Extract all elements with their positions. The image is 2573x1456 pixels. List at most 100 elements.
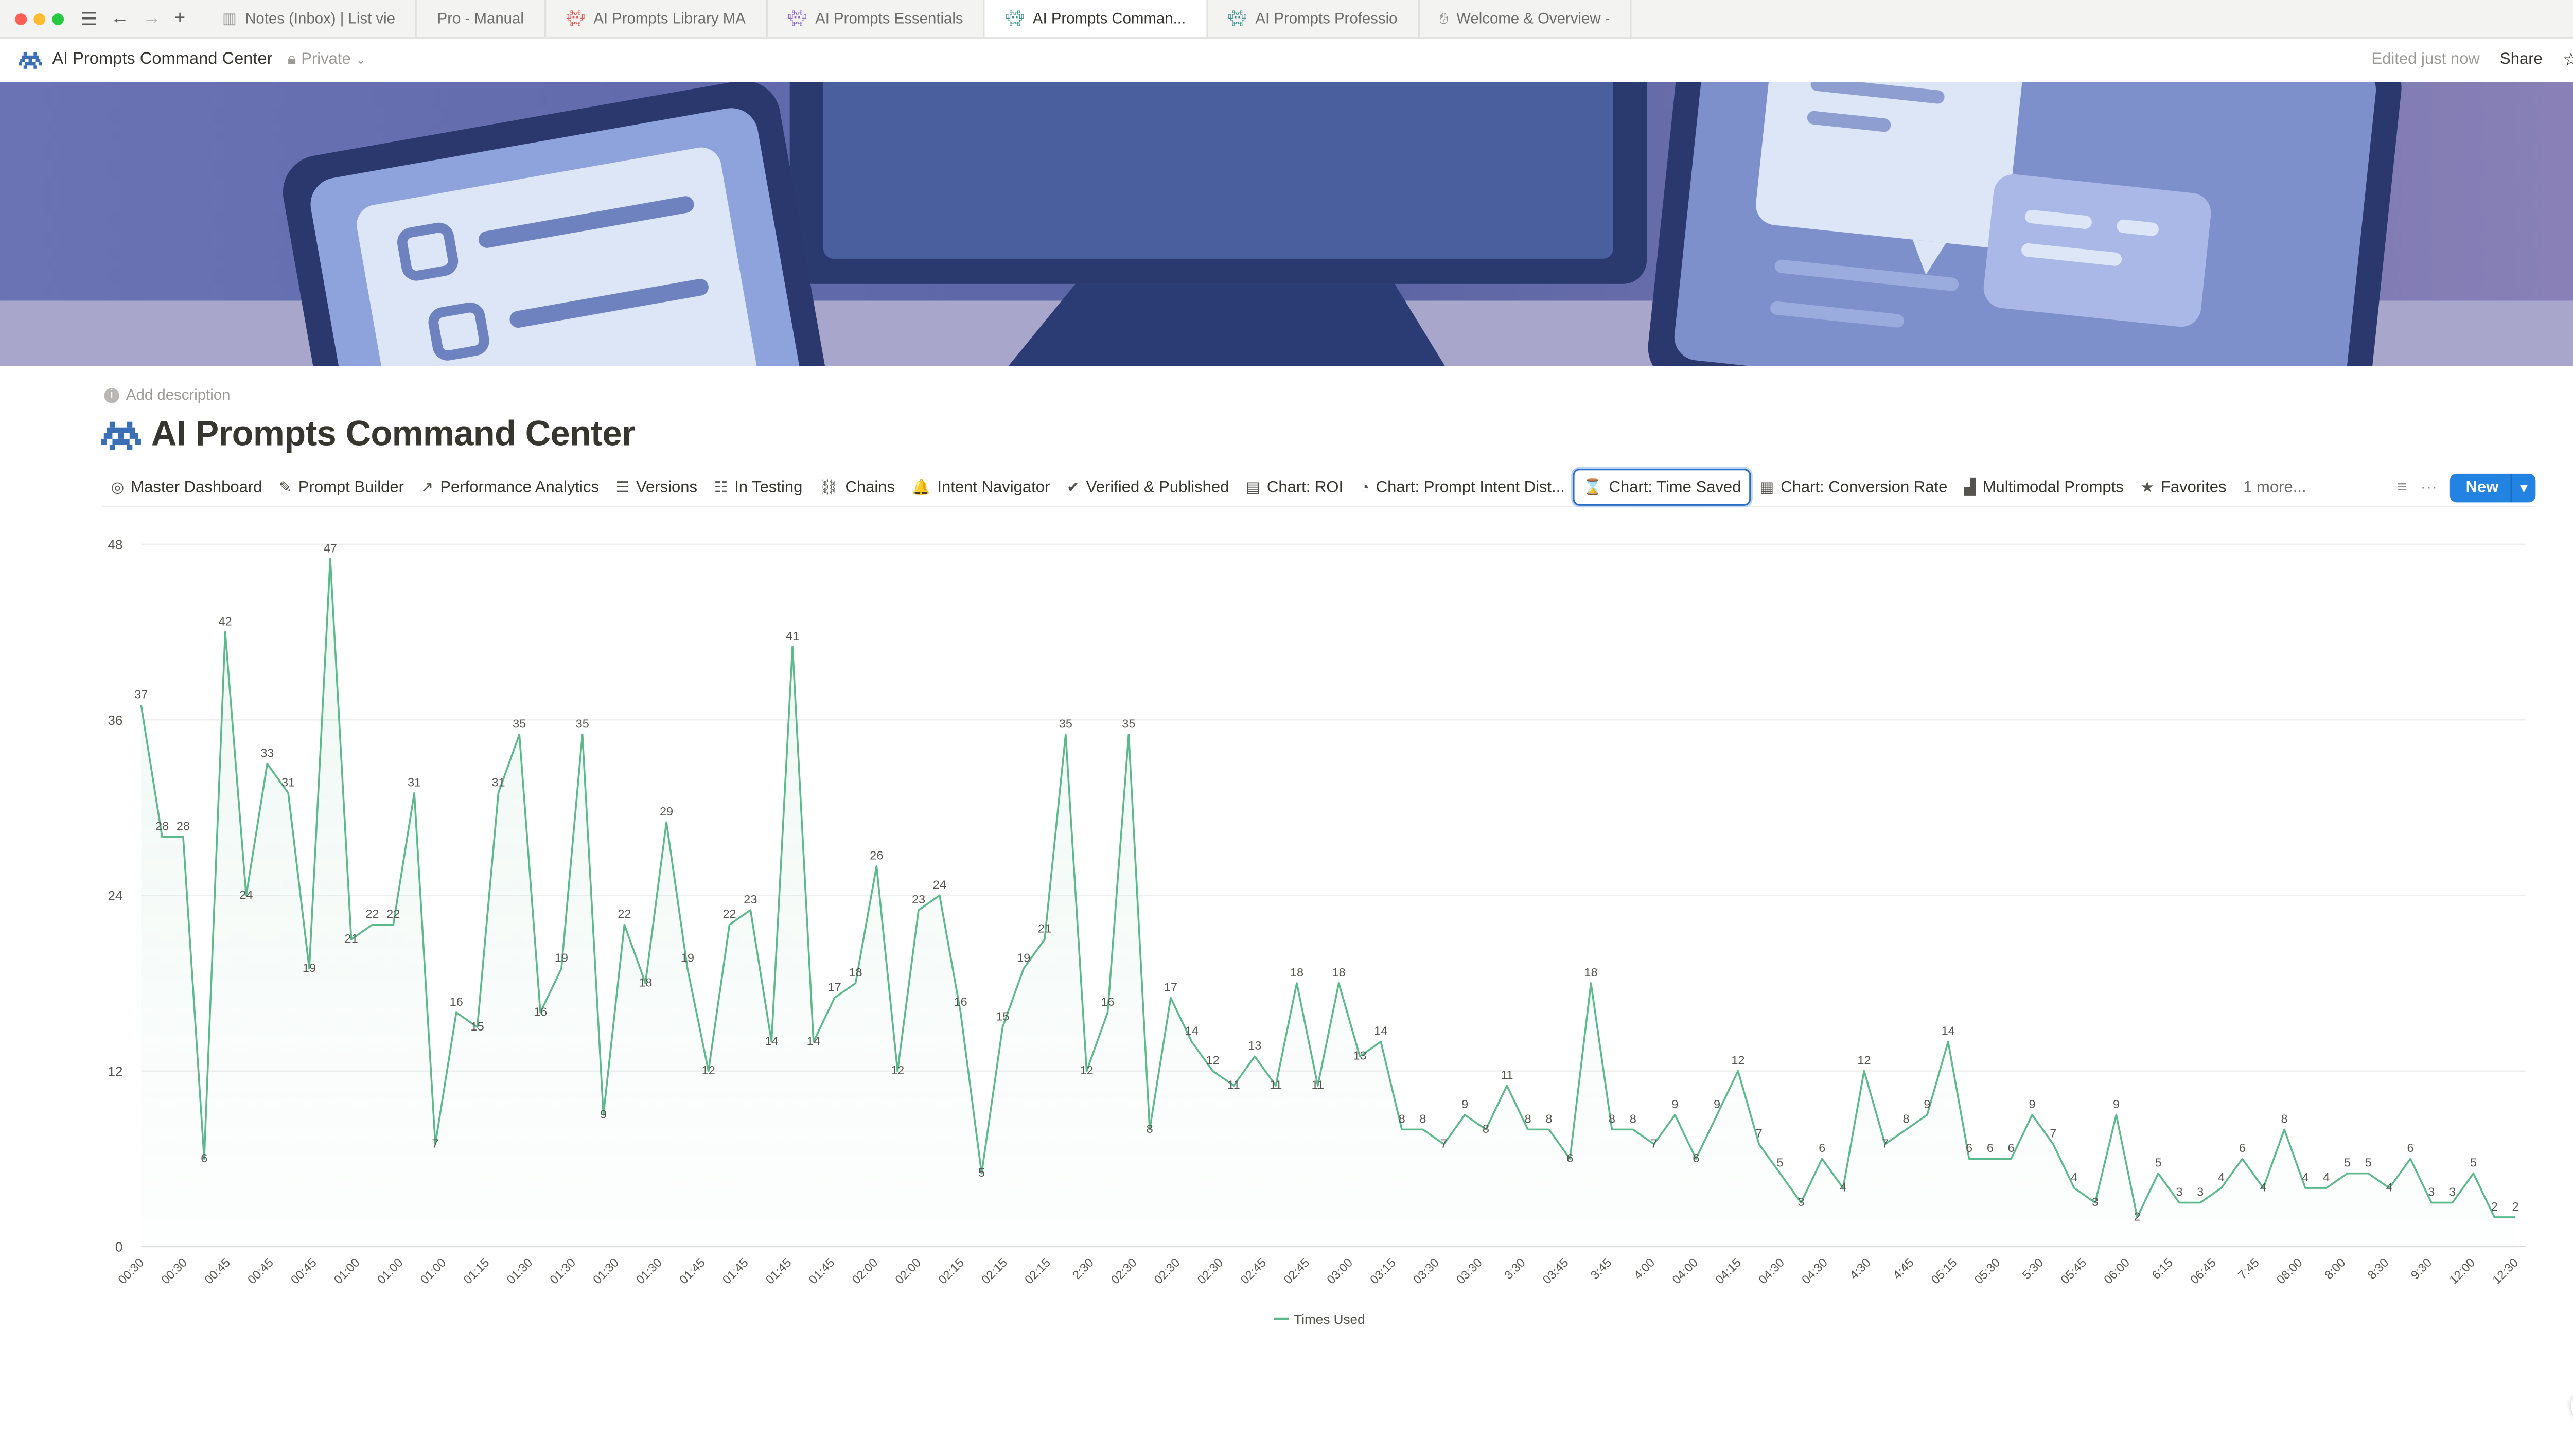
view-tab[interactable]: ◎ Master Dashboard (102, 470, 271, 504)
favorite-star-icon[interactable]: ☆ (2563, 49, 2573, 70)
data-label: 24 (239, 888, 253, 901)
data-label: 7 (1440, 1137, 1447, 1150)
y-tick-label: 36 (108, 713, 122, 728)
invader-icon (101, 420, 141, 450)
browser-tab[interactable]: Pro - Manual (417, 0, 546, 37)
x-tick-label: 01:15 (461, 1256, 491, 1287)
view-icon: ▟ (1964, 477, 1976, 495)
data-label: 7 (2050, 1127, 2056, 1140)
data-label: 4 (2323, 1170, 2330, 1184)
more-views-button[interactable]: 1 more... (2235, 470, 2315, 504)
filter-icon[interactable]: ≡ (2397, 478, 2407, 496)
share-button[interactable]: Share (2500, 50, 2543, 69)
data-label: 41 (786, 629, 799, 643)
data-label: 6 (1966, 1141, 1972, 1155)
view-tab-label: Versions (636, 477, 698, 496)
privacy-badge[interactable]: 🔒︎ Private ⌄ (288, 50, 366, 69)
x-tick-label: 7:45 (2235, 1256, 2262, 1282)
data-label: 3 (2449, 1185, 2456, 1199)
sidebar-menu-icon[interactable]: ☰ (81, 8, 97, 29)
new-button[interactable]: New ▾ (2451, 473, 2536, 502)
x-tick-label: 03:15 (1367, 1256, 1398, 1287)
data-label: 8 (1147, 1122, 1153, 1135)
data-label: 14 (765, 1034, 778, 1047)
data-label: 6 (201, 1151, 207, 1165)
browser-tab[interactable]: 👾︎ AI Prompts Library MA (545, 0, 768, 37)
invader-icon: 👾︎ (1227, 9, 1247, 26)
view-tab[interactable]: ⛓ Chains (811, 470, 904, 504)
view-tab[interactable]: ★ Favorites (2132, 470, 2235, 504)
data-label: 3 (2197, 1185, 2204, 1199)
zoom-window-button[interactable] (52, 12, 64, 25)
data-label: 13 (1353, 1049, 1366, 1062)
x-tick-label: 02:00 (849, 1256, 880, 1287)
browser-tab[interactable]: 👾︎ AI Prompts Essentials (767, 0, 985, 37)
data-label: 16 (450, 995, 463, 1008)
y-tick-label: 48 (108, 537, 122, 553)
data-label: 12 (1857, 1054, 1871, 1067)
data-label: 23 (744, 893, 757, 906)
data-label: 5 (2155, 1156, 2161, 1169)
back-arrow-icon[interactable]: ← (111, 8, 129, 29)
view-tab[interactable]: ▦ Chart: Conversion Rate (1751, 470, 1956, 504)
view-tab[interactable]: 🔔 Intent Navigator (903, 470, 1058, 504)
data-label: 22 (386, 907, 400, 920)
help-button[interactable]: ? (2570, 1392, 2573, 1420)
minimize-window-button[interactable] (33, 12, 46, 25)
time-saved-chart: 0122436483728 2864224333119472122 22317161… (108, 537, 2526, 1327)
x-tick-label: 00:30 (158, 1256, 189, 1287)
chevron-down-icon[interactable]: ▾ (2510, 473, 2535, 502)
view-tab[interactable]: ☰ Versions (607, 470, 706, 504)
new-tab-icon[interactable]: + (174, 8, 185, 29)
view-tab[interactable]: ✎ Prompt Builder (271, 470, 413, 504)
browser-tab[interactable]: ▥ Notes (Inbox) | List vie (202, 0, 417, 37)
page-title[interactable]: AI Prompts Command Center (151, 415, 636, 455)
view-tab[interactable]: ▟ Multimodal Prompts (1956, 470, 2132, 504)
browser-tab[interactable]: 👾︎ AI Prompts Professio (1208, 0, 1419, 37)
x-tick-label: 06:00 (2101, 1256, 2132, 1287)
data-label: 9 (2029, 1097, 2036, 1111)
browser-tab[interactable]: 👾︎ AI Prompts Comman... (985, 0, 1208, 37)
view-options-icon[interactable]: ··· (2420, 478, 2437, 496)
breadcrumb[interactable]: AI Prompts Command Center (18, 50, 273, 69)
x-tick-label: 01:00 (418, 1256, 449, 1287)
y-tick-label: 24 (108, 888, 122, 903)
data-label: 8 (1525, 1112, 1531, 1125)
data-label: 13 (1248, 1039, 1261, 1052)
data-label: 6 (2239, 1141, 2246, 1155)
x-tick-label: 04:00 (1669, 1256, 1700, 1287)
x-tick-label: 3:45 (1588, 1256, 1614, 1282)
browser-tab-label: Notes (Inbox) | List vie (245, 10, 396, 27)
view-tab[interactable]: ◔ Chart: Prompt Intent Dist... (1352, 470, 1574, 504)
x-tick-label: 04:30 (1799, 1256, 1830, 1287)
x-tick-label: 03:45 (1540, 1256, 1571, 1287)
data-label: 4 (2071, 1170, 2077, 1184)
view-icon: ⌛ (1583, 477, 1602, 495)
view-tab-label: In Testing (734, 477, 803, 496)
view-tab[interactable]: ✔ Verified & Published (1059, 470, 1238, 504)
close-window-button[interactable] (15, 12, 27, 25)
add-description-button[interactable]: i Add description (104, 386, 230, 403)
view-icon: ▦ (1759, 477, 1774, 495)
view-tab[interactable]: ▤ Chart: ROI (1238, 470, 1352, 504)
invader-icon: 👾︎ (787, 9, 807, 26)
data-label: 22 (722, 907, 736, 920)
new-button-label: New (2465, 477, 2499, 496)
view-tab[interactable]: ⌛ Chart: Time Saved (1573, 469, 1752, 506)
x-tick-label: 9:30 (2408, 1256, 2435, 1282)
data-label: 28 (155, 820, 169, 833)
view-icon: ↗ (420, 477, 434, 495)
lock-icon: 🔒︎ (287, 50, 296, 69)
browser-tab[interactable]: ✋︎ Welcome & Overview - (1419, 0, 1632, 37)
x-tick-label: 03:30 (1411, 1256, 1441, 1287)
forward-arrow-icon[interactable]: → (143, 8, 161, 29)
x-tick-label: 08:00 (2274, 1256, 2305, 1287)
data-label: 11 (1501, 1068, 1513, 1081)
view-tab[interactable]: ↗ Performance Analytics (412, 470, 607, 504)
data-label: 15 (471, 1020, 484, 1033)
data-label: 4 (2218, 1170, 2225, 1184)
page-header: AI Prompts Command Center 🔒︎ Private ⌄ E… (0, 37, 2573, 82)
data-label: 24 (933, 878, 946, 891)
view-tab[interactable]: ☷ In Testing (706, 470, 810, 504)
x-tick-label: 04:30 (1756, 1256, 1787, 1287)
